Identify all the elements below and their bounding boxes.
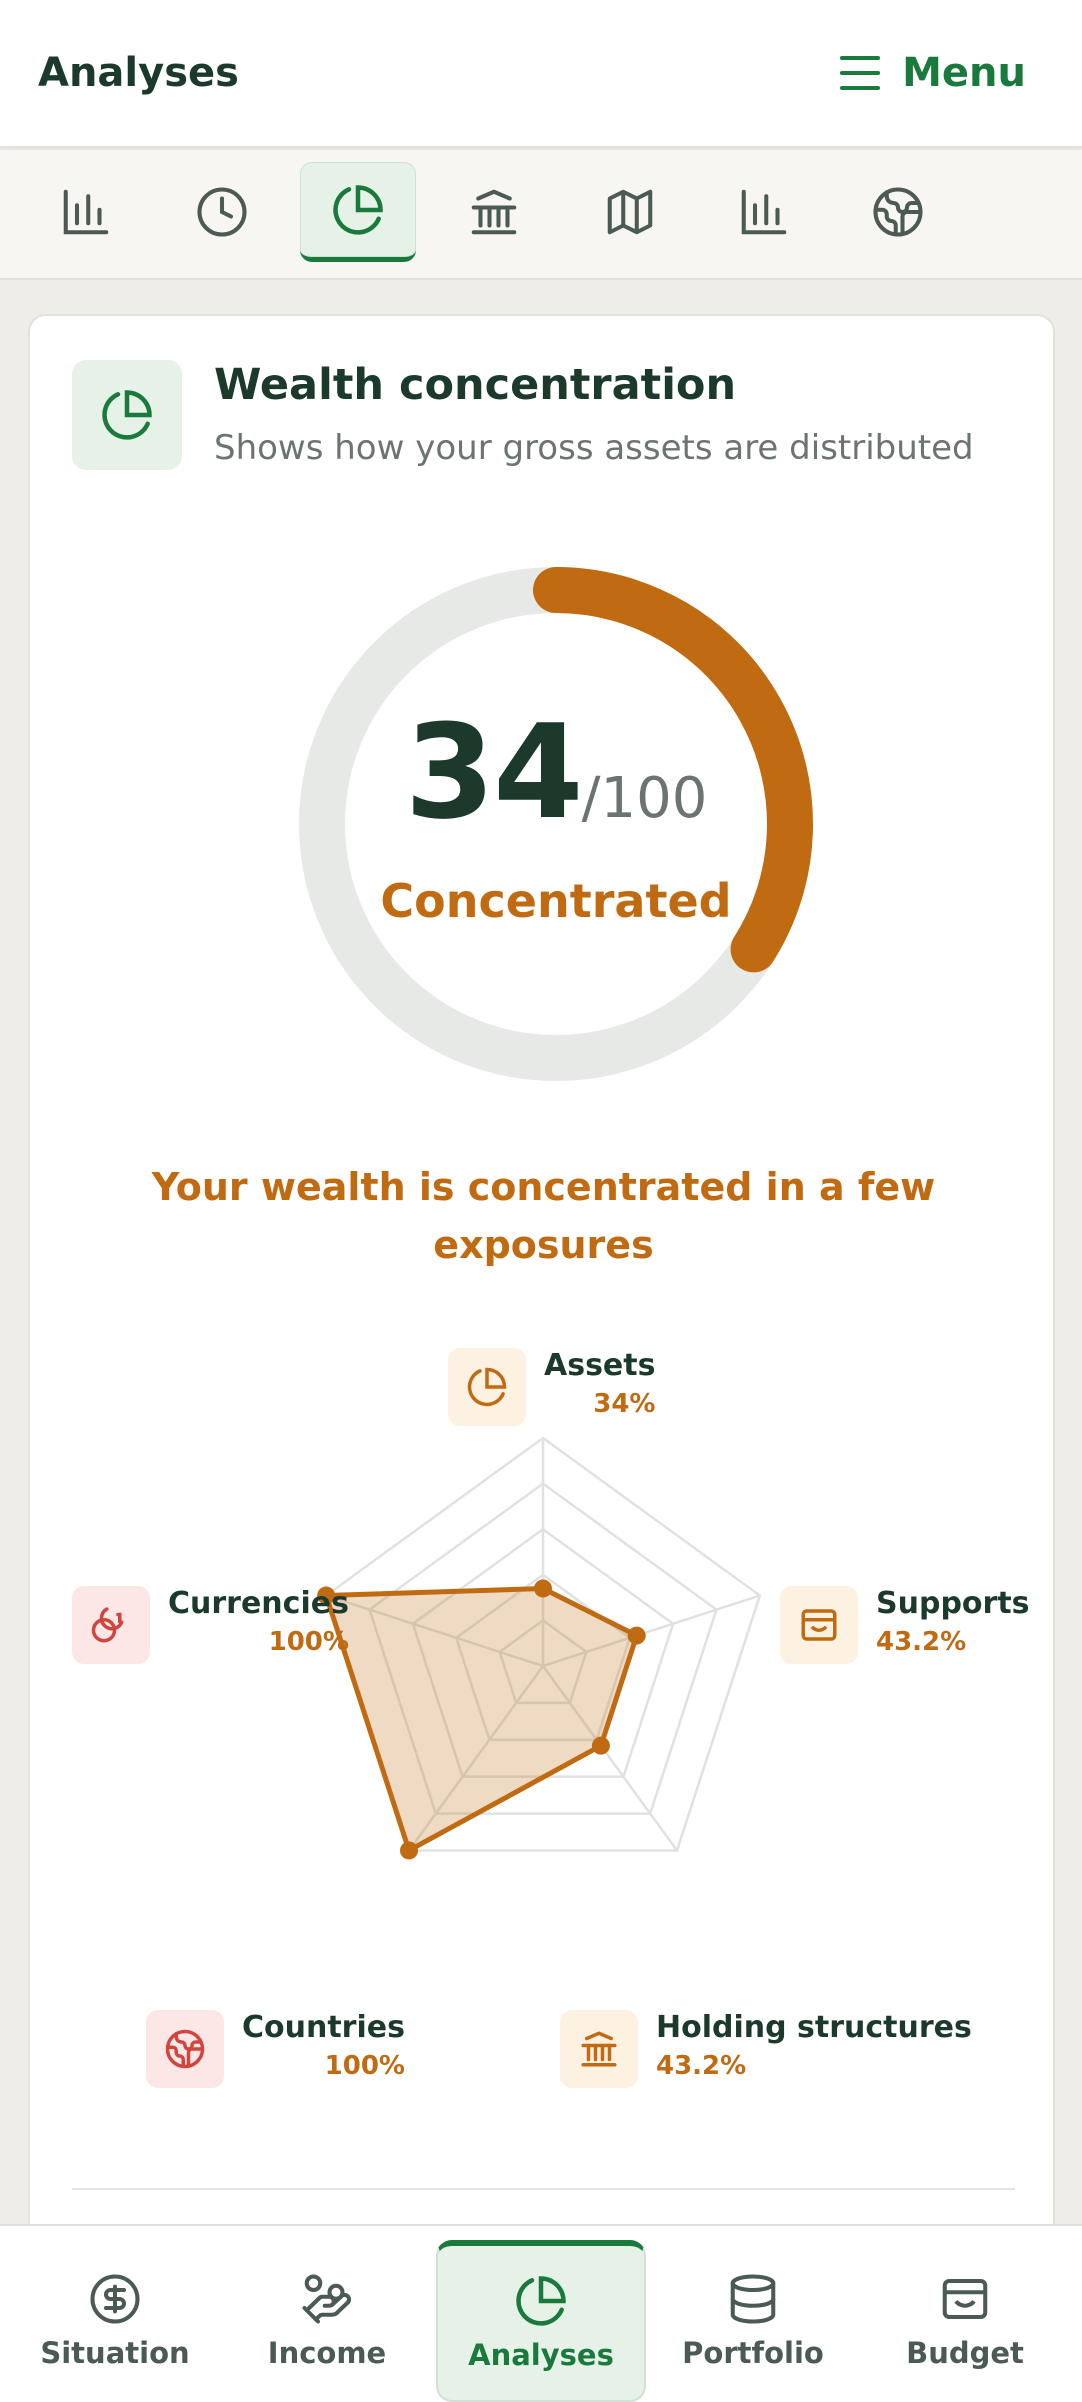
nav-analyses[interactable]: Analyses <box>436 2240 646 2402</box>
nav-situation[interactable]: Situation <box>10 2240 220 2402</box>
radar-point <box>534 1579 552 1598</box>
tab-bar-chart[interactable] <box>28 162 144 262</box>
wallet-icon <box>780 1586 858 1664</box>
card-subtitle: Shows how your gross assets are distribu… <box>214 428 974 468</box>
axis-value: 100% <box>324 2051 405 2081</box>
nav-label: Portfolio <box>682 2336 824 2370</box>
radar-point <box>591 1736 610 1755</box>
nav-portfolio[interactable]: Portfolio <box>648 2240 858 2402</box>
radar-spoke <box>542 1594 761 1668</box>
radar-spoke <box>407 1665 545 1852</box>
axis-name: Assets <box>544 1348 656 1383</box>
nav-income[interactable]: Income <box>222 2240 432 2402</box>
card-icon-box <box>72 360 182 470</box>
nav-label: Budget <box>906 2336 1024 2370</box>
radar-area <box>323 1585 640 1853</box>
axis-value: 100% <box>268 1627 349 1657</box>
bank-icon <box>471 189 517 235</box>
tab-globe[interactable] <box>840 162 956 262</box>
tab-bank[interactable] <box>436 162 552 262</box>
tab-bar-chart-2[interactable] <box>706 162 822 262</box>
radar-point <box>399 1841 418 1860</box>
axis-currencies: Currencies 100% <box>72 1586 349 1664</box>
hamburger-icon <box>840 56 881 90</box>
axis-name: Supports <box>876 1586 1030 1621</box>
bottom-navigation: Situation Income Analyses Portfolio Budg… <box>0 2224 1082 2402</box>
coins-icon <box>72 1586 150 1664</box>
radar-grid-ring <box>454 1573 632 1742</box>
score-max: /100 <box>581 766 708 831</box>
radar-spoke <box>325 1594 544 1668</box>
bar-chart-icon <box>63 189 109 235</box>
radar-spoke <box>541 1665 679 1852</box>
tab-map[interactable] <box>572 162 688 262</box>
score-display: 34/100 <box>286 696 826 848</box>
radar-grid-ring <box>368 1482 718 1815</box>
map-icon <box>607 189 653 235</box>
nav-label: Situation <box>40 2336 190 2370</box>
globe-icon <box>873 187 923 237</box>
axis-holding-structures: Holding structures 43.2% <box>560 2010 972 2088</box>
bar-chart-icon <box>741 189 787 235</box>
axis-name: Holding structures <box>656 2010 972 2045</box>
pie-chart-icon <box>516 2276 566 2326</box>
wallet-icon <box>942 2278 988 2320</box>
pie-chart-icon <box>102 390 152 440</box>
axis-name: Currencies <box>168 1586 349 1621</box>
axis-assets: Assets 34% <box>448 1348 655 1426</box>
hand-coin-icon <box>302 2274 352 2324</box>
card-divider <box>72 2188 1015 2190</box>
radar-grid-ring <box>498 1618 588 1705</box>
concentration-headline: Your wealth is concentrated in a few exp… <box>151 1165 936 1267</box>
globe-icon <box>146 2010 224 2088</box>
radar-grid-ring <box>411 1527 675 1778</box>
tab-clock[interactable] <box>164 162 280 262</box>
card-title: Wealth concentration <box>214 360 737 410</box>
radar-point <box>627 1626 646 1645</box>
menu-label: Menu <box>902 50 1026 96</box>
pie-chart-icon <box>448 1348 526 1426</box>
nav-label: Income <box>267 2336 387 2370</box>
pie-chart-icon <box>333 184 383 235</box>
axis-value: 34% <box>593 1389 656 1419</box>
axis-supports: Supports 43.2% <box>780 1586 1030 1664</box>
top-header: Analyses Menu <box>0 0 1082 148</box>
nav-budget[interactable]: Budget <box>860 2240 1070 2402</box>
dollar-icon <box>90 2274 140 2324</box>
page-title: Analyses <box>38 50 239 96</box>
wealth-concentration-card: Wealth concentration Shows how your gros… <box>28 314 1055 2402</box>
bank-icon <box>560 2010 638 2088</box>
axis-value: 43.2% <box>656 2051 747 2081</box>
nav-label: Analyses <box>468 2338 614 2372</box>
tab-pie-chart[interactable] <box>300 162 416 262</box>
menu-button[interactable]: Menu <box>838 50 1026 96</box>
database-icon <box>730 2274 776 2324</box>
clock-icon <box>197 187 247 237</box>
score-label: Concentrated <box>380 874 732 928</box>
axis-value: 43.2% <box>876 1627 967 1657</box>
radar-grid-ring <box>324 1436 762 1852</box>
axis-name: Countries <box>242 2010 405 2045</box>
score-value: 34 <box>404 696 584 848</box>
axis-countries: Countries 100% <box>146 2010 405 2088</box>
analysis-tab-strip <box>0 150 1082 280</box>
